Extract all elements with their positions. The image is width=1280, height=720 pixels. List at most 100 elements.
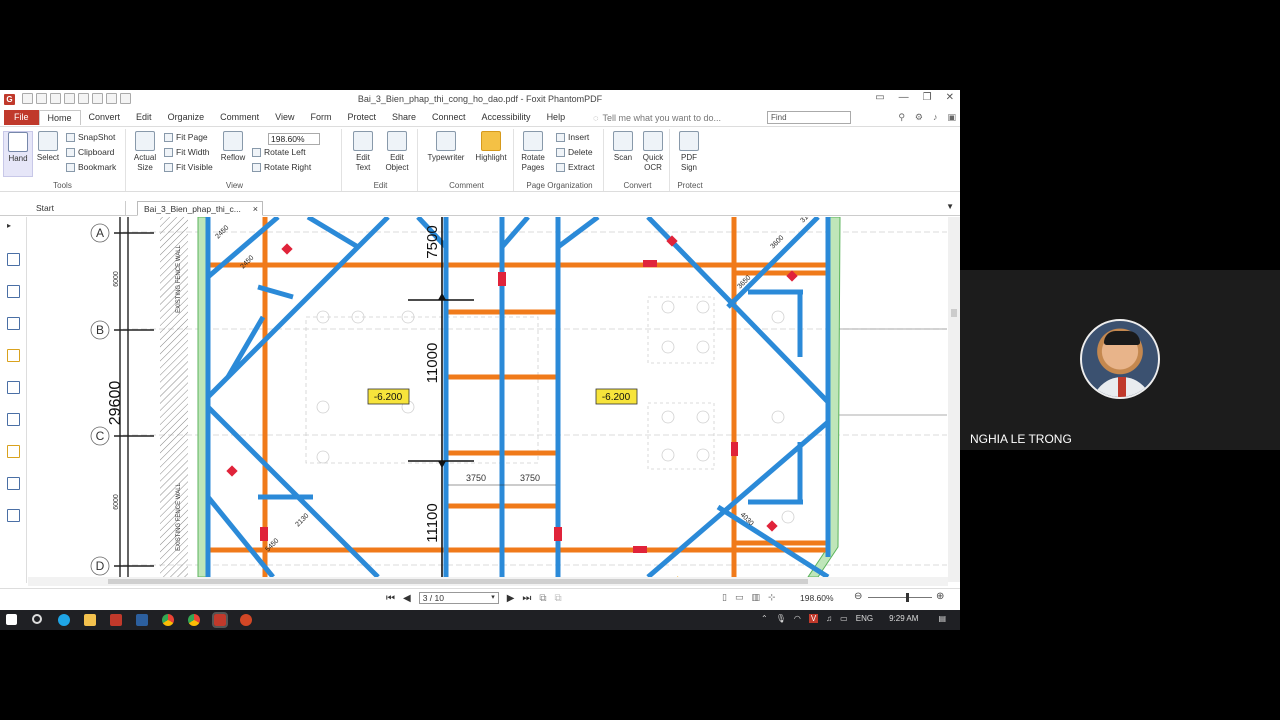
expand-panel-icon[interactable]: ▸ (7, 221, 20, 234)
scan-button[interactable]: Scan (608, 131, 638, 163)
bookmarks-panel-icon[interactable] (7, 253, 20, 266)
vertical-scroll-thumb[interactable] (951, 309, 957, 317)
insert-button[interactable]: Insert (556, 131, 589, 144)
previous-page-icon[interactable]: ◀ (403, 593, 411, 604)
zoom-input[interactable]: 198.60% (268, 133, 320, 145)
menu-comment[interactable]: Comment (212, 110, 267, 125)
input-language[interactable]: ENG (856, 614, 873, 623)
edge-browser-icon[interactable] (58, 614, 70, 626)
revit-icon[interactable] (136, 614, 148, 626)
first-page-icon[interactable]: ⏮ (386, 593, 395, 604)
fit-cursor-icon[interactable]: ⊹ (768, 592, 776, 603)
menu-view[interactable]: View (267, 110, 302, 125)
actual-size-button[interactable]: Actual Size (130, 131, 160, 173)
ribbon-toggle-button[interactable]: ▭ (875, 92, 884, 103)
content-panel-icon[interactable] (7, 477, 20, 490)
tab-start[interactable]: Start (30, 201, 126, 216)
fit-width-button[interactable]: Fit Width (164, 146, 210, 159)
menu-accessibility[interactable]: Accessibility (474, 110, 539, 125)
user-icon[interactable]: ▣ (947, 112, 956, 123)
powerpoint-icon[interactable] (240, 614, 252, 626)
rotate-pages-button[interactable]: Rotate Pages (518, 131, 548, 173)
close-tab-icon[interactable]: × (253, 202, 258, 216)
signature-panel-icon[interactable] (7, 509, 20, 522)
paste-page-icon[interactable]: ⧉ (555, 593, 562, 604)
bookmark-button[interactable]: Bookmark (66, 161, 116, 174)
security-lock-icon[interactable] (7, 445, 20, 458)
page-dropdown-icon[interactable]: ▾ (491, 593, 495, 603)
tab-document[interactable]: Bai_3_Bien_phap_thi_c... × (137, 201, 263, 216)
next-page-icon[interactable]: ▶ (507, 593, 515, 604)
windows-start-icon[interactable] (6, 614, 17, 625)
comments-panel-icon[interactable] (7, 349, 20, 362)
restore-button[interactable]: ❐ (923, 92, 932, 103)
snapshot-button[interactable]: SnapShot (66, 131, 115, 144)
horizontal-scrollbar[interactable] (28, 577, 948, 586)
search-panel-icon[interactable] (7, 413, 20, 426)
battery-icon[interactable]: ▭ (840, 614, 848, 623)
find-input[interactable]: Find (767, 111, 851, 124)
continuous-page-icon[interactable]: ▭ (735, 592, 744, 603)
autocad-icon[interactable] (110, 614, 122, 626)
menu-share[interactable]: Share (384, 110, 424, 125)
vertical-scrollbar[interactable] (948, 217, 960, 582)
minimize-button[interactable]: — (899, 92, 909, 103)
status-zoom-value[interactable]: 198.60% (800, 593, 834, 603)
edit-text-button[interactable]: Edit Text (348, 131, 378, 173)
last-page-icon[interactable]: ⏭ (522, 593, 531, 604)
tray-chevron-icon[interactable]: ⌃ (761, 614, 768, 623)
close-button[interactable]: ✕ (946, 92, 954, 103)
menu-help[interactable]: Help (539, 110, 574, 125)
fit-visible-button[interactable]: Fit Visible (164, 161, 213, 174)
extract-button[interactable]: Extract (556, 161, 594, 174)
edit-object-button[interactable]: Edit Object (382, 131, 412, 173)
attachments-panel-icon[interactable] (7, 381, 20, 394)
pages-panel-icon[interactable] (7, 285, 20, 298)
zoom-slider-knob[interactable] (906, 593, 909, 602)
search-icon[interactable]: ⚲ (898, 112, 905, 123)
rotate-right-button[interactable]: Rotate Right (252, 161, 311, 174)
microphone-icon[interactable]: 🎙 (776, 614, 786, 623)
highlight-button[interactable]: Highlight (472, 131, 510, 163)
chrome-profile-icon[interactable] (188, 614, 200, 626)
tab-list-chevron-icon[interactable]: ▼ (946, 202, 954, 211)
volume-icon[interactable]: ♫ (826, 614, 832, 623)
tell-me-box[interactable]: ◌ Tell me what you want to do... (593, 113, 721, 123)
fit-page-button[interactable]: Fit Page (164, 131, 208, 144)
bell-icon[interactable]: ♪ (933, 112, 938, 123)
select-tool-button[interactable]: Select (33, 131, 63, 163)
copy-page-icon[interactable]: ⧉ (539, 593, 546, 604)
gear-icon[interactable]: ⚙ (915, 112, 923, 123)
file-explorer-icon[interactable] (84, 614, 96, 626)
clock-time[interactable]: 9:29 AM (889, 614, 918, 623)
menu-convert[interactable]: Convert (81, 110, 129, 125)
reflow-button[interactable]: Reflow (218, 131, 248, 163)
document-view[interactable]: A B C D 6000 6000 29600 EXISTING FENCE W… (28, 217, 947, 577)
menu-connect[interactable]: Connect (424, 110, 474, 125)
rotate-left-button[interactable]: Rotate Left (252, 146, 306, 159)
facing-page-icon[interactable]: ▥ (751, 592, 760, 603)
pdf-sign-button[interactable]: PDF Sign (674, 131, 704, 173)
menu-form[interactable]: Form (302, 110, 339, 125)
horizontal-scroll-thumb[interactable] (108, 579, 808, 584)
menu-organize[interactable]: Organize (160, 110, 213, 125)
antivirus-icon[interactable]: V (808, 614, 819, 623)
zoom-out-icon[interactable]: ⊖ (854, 591, 862, 602)
search-icon[interactable] (32, 614, 42, 624)
single-page-icon[interactable]: ▯ (722, 592, 727, 603)
zoom-slider[interactable] (868, 593, 932, 602)
menu-edit[interactable]: Edit (128, 110, 160, 125)
delete-button[interactable]: Delete (556, 146, 593, 159)
page-number-input[interactable]: 3 / 10 ▾ (418, 592, 499, 604)
typewriter-button[interactable]: Typewriter (426, 131, 466, 163)
foxit-taskbar-icon[interactable] (212, 612, 228, 628)
clipboard-button[interactable]: Clipboard (66, 146, 114, 159)
menu-file[interactable]: File (4, 110, 39, 125)
menu-protect[interactable]: Protect (339, 110, 384, 125)
layers-panel-icon[interactable] (7, 317, 20, 330)
zoom-in-icon[interactable]: ⊕ (936, 591, 944, 602)
quick-ocr-button[interactable]: Quick OCR (638, 131, 668, 173)
menu-home[interactable]: Home (38, 110, 81, 125)
hand-tool-button[interactable]: Hand (3, 131, 33, 177)
chrome-icon[interactable] (162, 614, 174, 626)
